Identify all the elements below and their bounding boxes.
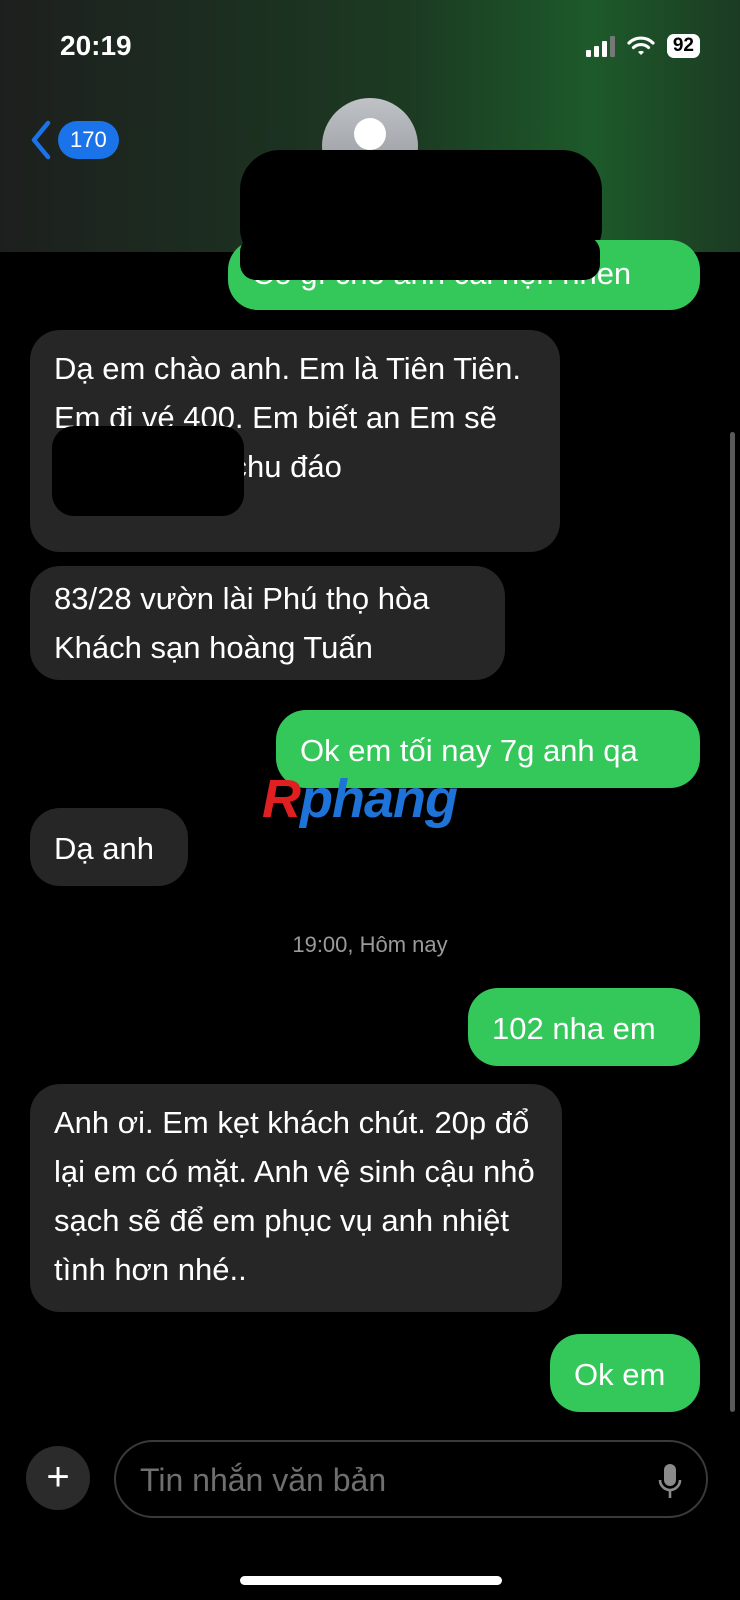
message-text: Anh ơi. Em kẹt khách chút. 20p đổ lại em… — [54, 1105, 535, 1287]
status-icons: 92 — [585, 32, 700, 60]
status-time: 20:19 — [60, 30, 132, 61]
chevron-left-icon — [31, 120, 51, 160]
message-text: Ok em — [574, 1357, 666, 1392]
message-text: 83/28 vườn lài Phú thọ hòa Khách sạn hoà… — [54, 581, 430, 665]
message-text: 102 nha em — [492, 1011, 656, 1046]
microphone-icon[interactable] — [658, 1462, 682, 1500]
message-bubble-in: Anh ơi. Em kẹt khách chút. 20p đổ lại em… — [30, 1084, 562, 1312]
message-text: Dạ anh — [54, 831, 154, 866]
message-redaction — [52, 426, 244, 516]
watermark-logo: Rphang — [262, 769, 458, 829]
plus-icon: + — [46, 1455, 70, 1499]
plus-button[interactable]: + — [26, 1446, 90, 1510]
message-bubble-in: Dạ anh — [30, 808, 188, 886]
message-text: Ok em tối nay 7g anh qa — [300, 733, 638, 768]
message-bubble-out: 102 nha em — [468, 988, 700, 1066]
message-bubble-out: Ok em — [550, 1334, 700, 1412]
signal-icon — [585, 35, 615, 57]
message-timestamp: 19:00, Hôm nay — [292, 932, 448, 957]
wifi-icon — [627, 36, 655, 55]
battery-level: 92 — [666, 34, 700, 58]
message-bubble-in: 83/28 vườn lài Phú thọ hòa Khách sạn hoà… — [30, 566, 505, 680]
message-input-container — [114, 1440, 708, 1518]
back-button[interactable]: 170 — [30, 120, 119, 160]
home-indicator — [240, 1576, 502, 1585]
message-input[interactable] — [138, 1456, 622, 1504]
unread-count-badge: 170 — [58, 121, 119, 159]
scrollbar[interactable] — [730, 432, 735, 1412]
message-redaction — [240, 236, 600, 280]
